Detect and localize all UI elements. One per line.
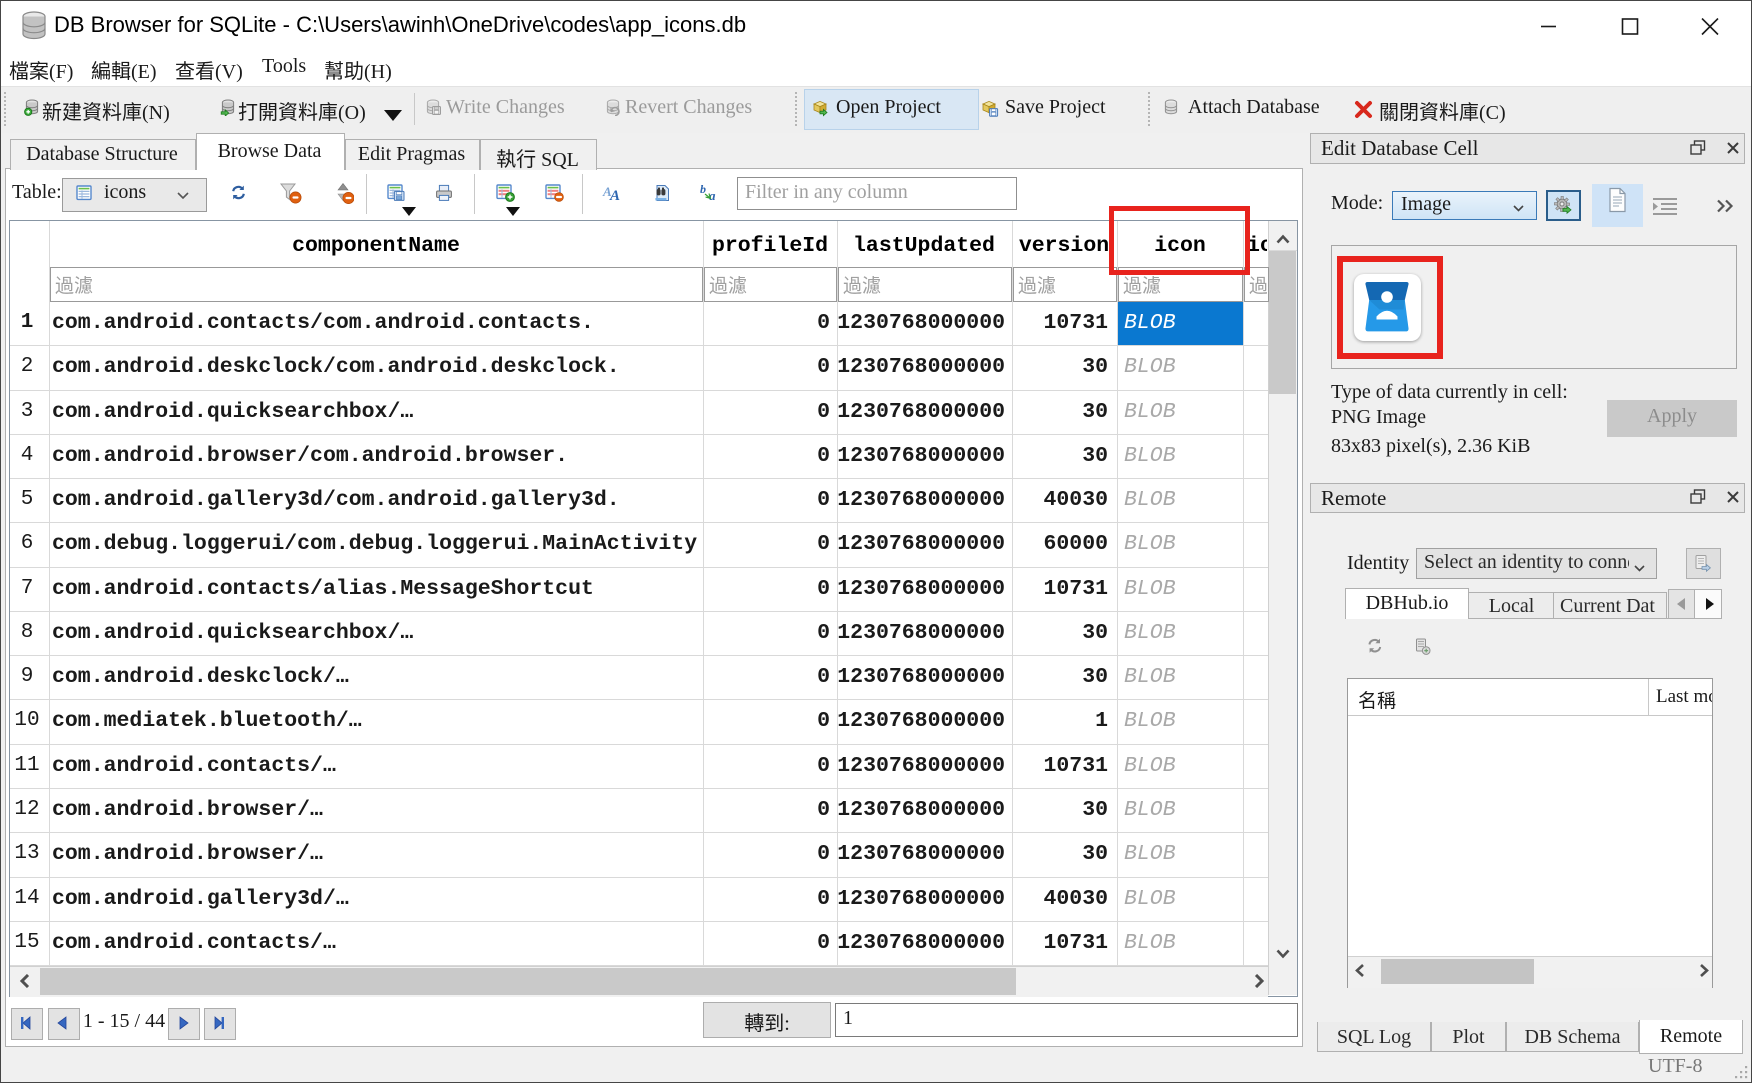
svg-text:A: A <box>609 188 620 202</box>
